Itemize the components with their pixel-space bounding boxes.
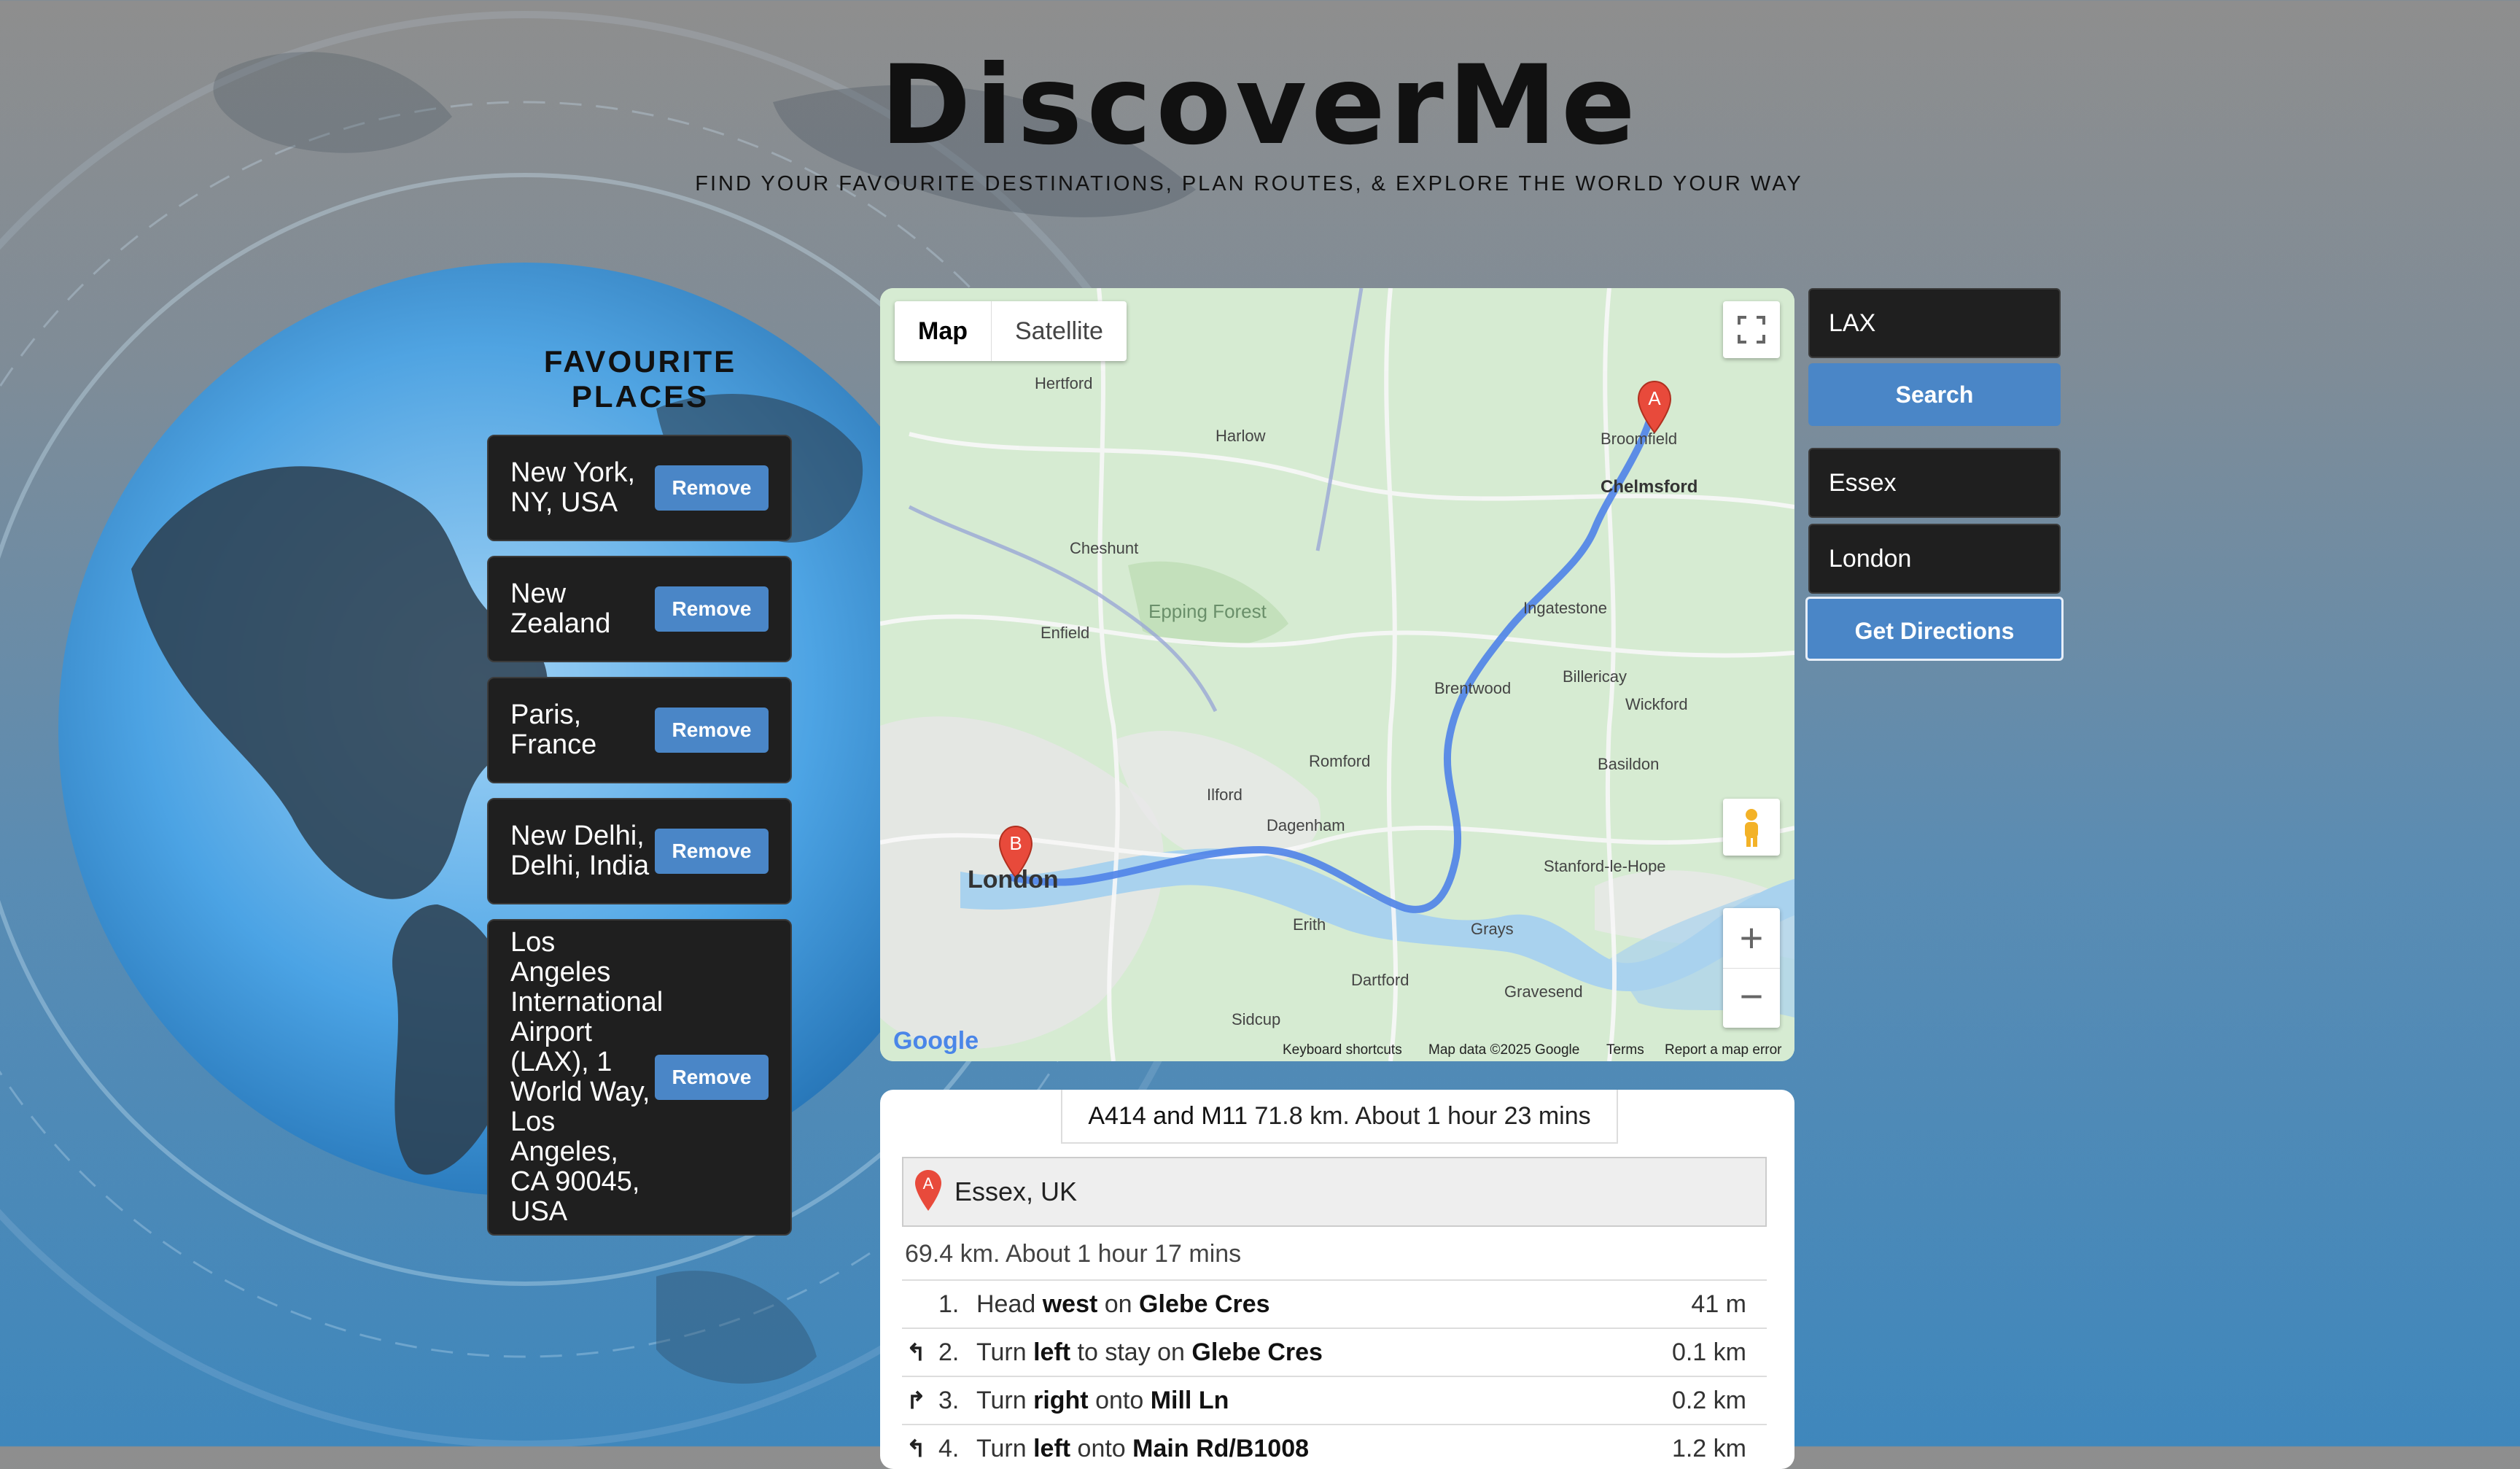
map-marker-b-label: B — [1009, 832, 1022, 854]
app-tagline: FIND YOUR FAVOURITE DESTINATIONS, PLAN R… — [695, 172, 1803, 195]
map-label-cheshunt: Cheshunt — [1070, 539, 1138, 557]
pegman-icon — [1745, 809, 1758, 847]
map-label-epping-forest: Epping Forest — [1148, 600, 1267, 622]
origin-address-bar: A Essex, UK — [902, 1157, 1767, 1227]
remove-button[interactable]: Remove — [655, 586, 769, 632]
pegman-button[interactable] — [1723, 799, 1780, 856]
fullscreen-icon — [1738, 316, 1765, 344]
origin-input[interactable]: Essex — [1808, 448, 2061, 518]
favourite-place-name: New York, NY, USA — [510, 457, 636, 518]
map-marker-a-label: A — [1648, 387, 1661, 409]
leg-summary: 69.4 km. About 1 hour 17 mins — [905, 1240, 1242, 1268]
favourite-place-name: Los Angeles International Airport (LAX),… — [510, 927, 664, 1227]
route-distance-time: 71.8 km. About 1 hour 23 mins — [1254, 1102, 1591, 1130]
step-number: 2. — [938, 1338, 960, 1366]
direction-step[interactable]: ↱ 3. Turn right onto Mill Ln 0.2 km — [902, 1376, 1767, 1424]
map-label-basildon: Basildon — [1598, 755, 1659, 773]
page-header: DiscoverMe FIND YOUR FAVOURITE DESTINATI… — [0, 44, 2520, 196]
app-title: DiscoverMe — [880, 42, 1640, 169]
keyboard-shortcuts-link[interactable]: Keyboard shortcuts — [1283, 1042, 1402, 1058]
step-number: 4. — [938, 1435, 960, 1462]
report-map-error-link[interactable]: Report a map error — [1665, 1042, 1782, 1058]
search-button[interactable]: Search — [1808, 363, 2061, 426]
map-label-stanford: Stanford-le-Hope — [1544, 857, 1666, 875]
favourite-place-card: Los Angeles International Airport (LAX),… — [487, 919, 792, 1236]
direction-step[interactable]: ↰ 4. Turn left onto Main Rd/B1008 1.2 km — [902, 1424, 1767, 1469]
marker-a-icon-label: A — [923, 1174, 934, 1193]
map-label-ingatestone: Ingatestone — [1523, 599, 1607, 617]
map-label-erith: Erith — [1293, 915, 1326, 934]
map-label-billericay: Billericay — [1563, 667, 1627, 686]
map-label-dartford: Dartford — [1351, 971, 1409, 989]
map-canvas[interactable]: A B London Chelmsford Broomfield Epping … — [880, 288, 1794, 1061]
origin-address: Essex, UK — [954, 1177, 1078, 1206]
step-distance: 0.2 km — [1671, 1387, 1746, 1414]
map-label-gravesend: Gravesend — [1504, 982, 1583, 1001]
map-view[interactable]: A B London Chelmsford Broomfield Epping … — [880, 288, 1794, 1061]
favourite-place-card: New Zealand Remove — [487, 556, 792, 662]
step-number: 1. — [938, 1290, 960, 1318]
map-label-ilford: Ilford — [1207, 786, 1242, 804]
step-instruction: Turn left to stay on Glebe Cres — [976, 1338, 1323, 1366]
favourite-place-name: New Zealand — [510, 578, 611, 639]
favourite-place-name: New Delhi, Delhi, India — [510, 821, 650, 881]
map-label-grays: Grays — [1471, 920, 1514, 938]
favourite-place-card: New Delhi, Delhi, India Remove — [487, 798, 792, 904]
remove-button[interactable]: Remove — [655, 829, 769, 874]
map-label-wickford: Wickford — [1625, 695, 1688, 713]
map-tab-satellite[interactable]: Satellite — [991, 301, 1127, 361]
map-label-enfield: Enfield — [1041, 624, 1089, 642]
terms-link[interactable]: Terms — [1606, 1042, 1644, 1058]
search-input[interactable]: LAX — [1808, 288, 2061, 358]
map-label-chelmsford: Chelmsford — [1601, 477, 1698, 497]
route-via: A414 and M11 — [1088, 1102, 1248, 1130]
map-label-sidcup: Sidcup — [1232, 1010, 1280, 1028]
step-distance: 0.1 km — [1671, 1338, 1746, 1366]
map-label-broomfield: Broomfield — [1601, 430, 1677, 448]
map-footer: Keyboard shortcuts Map data ©2025 Google… — [880, 1039, 1794, 1061]
zoom-controls: + − — [1723, 908, 1780, 1028]
destination-input[interactable]: London — [1808, 524, 2061, 594]
turn-left-icon: ↰ — [906, 1435, 926, 1462]
map-label-london: London — [968, 866, 1059, 894]
step-instruction: Head west on Glebe Cres — [976, 1290, 1270, 1318]
map-label-hertford: Hertford — [1035, 374, 1092, 392]
step-distance: 41 m — [1691, 1290, 1746, 1318]
favourite-place-card: New York, NY, USA Remove — [487, 435, 792, 541]
map-label-brentwood: Brentwood — [1434, 679, 1511, 697]
direction-step[interactable]: ↰ 2. Turn left to stay on Glebe Cres 0.1… — [902, 1327, 1767, 1376]
map-type-tabs: Map Satellite — [895, 301, 1127, 361]
turn-right-icon: ↱ — [906, 1387, 926, 1414]
map-data-attribution: Map data ©2025 Google — [1428, 1042, 1580, 1058]
favourite-place-name: Paris, France — [510, 699, 597, 760]
step-number: 3. — [938, 1387, 960, 1414]
step-instruction: Turn right onto Mill Ln — [976, 1387, 1229, 1414]
marker-a-icon: A — [915, 1170, 941, 1211]
map-label-romford: Romford — [1309, 752, 1370, 770]
zoom-in-button[interactable]: + — [1723, 908, 1780, 969]
directions-panel: A414 and M11 71.8 km. About 1 hour 23 mi… — [880, 1090, 1794, 1469]
map-tab-map[interactable]: Map — [895, 301, 991, 361]
map-label-dagenham: Dagenham — [1267, 816, 1345, 834]
direction-step[interactable]: 1. Head west on Glebe Cres 41 m — [902, 1279, 1767, 1327]
fullscreen-button[interactable] — [1723, 301, 1780, 358]
get-directions-button[interactable]: Get Directions — [1805, 597, 2064, 661]
route-summary[interactable]: A414 and M11 71.8 km. About 1 hour 23 mi… — [1061, 1090, 1618, 1144]
zoom-out-button[interactable]: − — [1723, 969, 1780, 1027]
remove-button[interactable]: Remove — [655, 465, 769, 511]
map-label-harlow: Harlow — [1216, 427, 1266, 445]
turn-left-icon: ↰ — [906, 1339, 926, 1365]
remove-button[interactable]: Remove — [655, 708, 769, 753]
favourite-place-card: Paris, France Remove — [487, 677, 792, 783]
favourites-heading: FAVOURITE PLACES — [543, 344, 737, 414]
step-distance: 1.2 km — [1671, 1435, 1746, 1462]
step-instruction: Turn left onto Main Rd/B1008 — [976, 1435, 1310, 1462]
remove-button[interactable]: Remove — [655, 1055, 769, 1100]
